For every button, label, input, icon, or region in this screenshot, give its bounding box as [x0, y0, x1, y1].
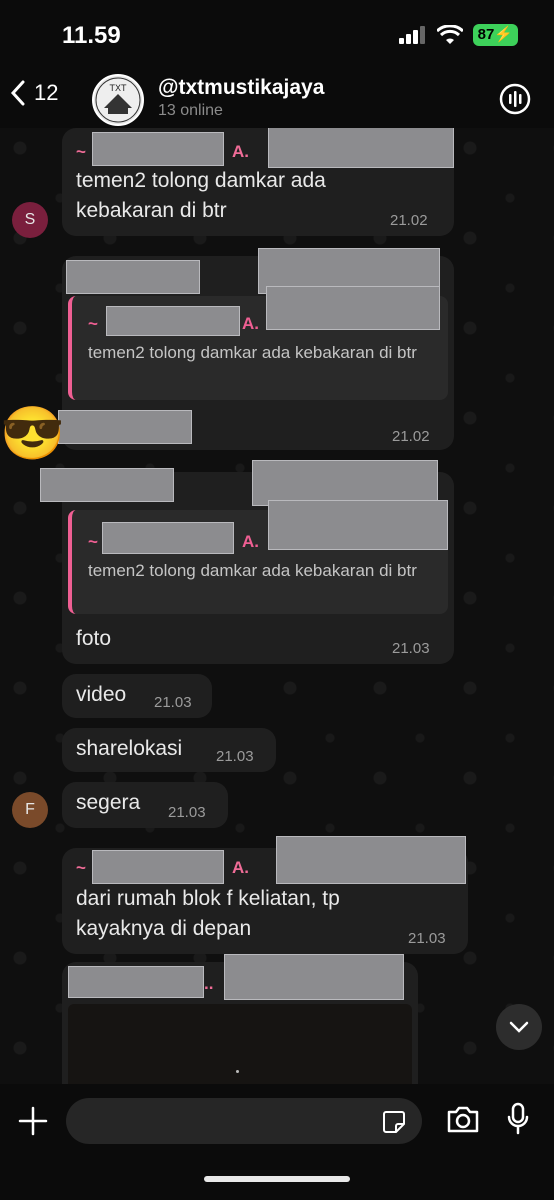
message-text: segera	[76, 791, 141, 814]
photo-light-dot	[236, 1070, 239, 1073]
sticker-emoji[interactable]: 😎	[0, 404, 65, 464]
voice-chat-icon	[499, 83, 531, 115]
chat-header: 12 TXT @txtmustikajaya 13 online	[0, 70, 554, 128]
battery-level: 87	[477, 26, 495, 43]
scroll-down-button[interactable]	[496, 1004, 542, 1050]
message-time: 21.02	[390, 212, 428, 229]
message-time: 21.03	[216, 748, 254, 765]
composer-bar	[0, 1084, 554, 1200]
reply-quote[interactable]: ~ A. temen2 tolong damkar ada kebakaran …	[68, 286, 448, 400]
voice-chat-button[interactable]	[498, 82, 532, 121]
redacted-phone	[276, 836, 466, 884]
clock: 11.59	[62, 22, 121, 49]
message-bubble[interactable]: video 21.03	[62, 674, 212, 718]
sender-prefix: ~	[76, 142, 86, 161]
message-text: temen2 tolong damkar ada kebakaran di bt…	[76, 169, 326, 222]
quote-prefix: ~	[88, 532, 98, 551]
message-bubble[interactable]: segera 21.03	[62, 782, 228, 828]
redacted-content	[58, 410, 192, 444]
group-avatar[interactable]: TXT	[92, 74, 144, 126]
message-time: 21.03	[392, 640, 430, 657]
redacted-name	[106, 306, 240, 336]
redacted-name	[66, 260, 200, 294]
redacted-name	[40, 468, 174, 502]
message-input[interactable]	[66, 1098, 422, 1144]
chevron-down-icon	[509, 1021, 529, 1033]
photo-attachment[interactable]	[68, 1004, 412, 1084]
message-text: video	[76, 683, 127, 706]
home-indicator	[204, 1176, 350, 1182]
sender-prefix: ~	[76, 858, 86, 877]
message-time: 21.02	[392, 428, 430, 445]
avatar[interactable]: S	[12, 202, 48, 238]
group-logo-icon: TXT	[95, 77, 141, 123]
reply-quote[interactable]: ~ A. temen2 tolong damkar ada kebakaran …	[68, 500, 448, 614]
message-bubble[interactable]: ~ A. temen2 tolong damkar ada kebakaran …	[62, 128, 454, 236]
redacted-name	[68, 966, 204, 998]
redacted-name	[92, 132, 224, 166]
back-count: 12	[34, 80, 59, 105]
message-bubble[interactable]: ~ A. temen2 tolong damkar ada kebakaran …	[40, 460, 454, 664]
quote-suffix: A.	[242, 532, 259, 551]
online-count: 13 online	[158, 102, 223, 119]
back-button[interactable]: 12	[10, 80, 58, 106]
message-bubble[interactable]: ~ A. temen2 tolong damkar ada kebakaran …	[58, 248, 454, 450]
redacted-phone	[266, 286, 440, 330]
quote-text: temen2 tolong damkar ada kebakaran di bt…	[88, 343, 417, 362]
logo-text: TXT	[110, 83, 128, 93]
signal-icon	[398, 26, 425, 44]
redacted-name	[92, 850, 224, 884]
message-list[interactable]: S ~ A. temen2 tolong damkar ada kebakara…	[0, 128, 554, 1084]
redacted-phone	[268, 500, 448, 550]
sender-suffix: A.	[232, 858, 249, 877]
redacted-phone	[224, 954, 404, 1000]
sticker-icon[interactable]	[382, 1110, 406, 1134]
sender-suffix: A.	[232, 142, 249, 161]
quote-suffix: A.	[242, 314, 259, 333]
chevron-left-icon	[10, 80, 25, 106]
microphone-icon[interactable]	[506, 1102, 530, 1136]
message-time: 21.03	[154, 694, 192, 711]
group-name[interactable]: @txtmustikajaya	[158, 76, 324, 100]
message-bubble[interactable]: ..	[62, 954, 418, 1084]
wifi-icon	[436, 25, 463, 44]
quote-text: temen2 tolong damkar ada kebakaran di bt…	[88, 561, 417, 580]
status-bar: 11.59 87⚡	[0, 0, 554, 70]
battery-indicator: 87⚡	[472, 24, 518, 46]
redacted-phone	[268, 128, 454, 168]
quote-prefix: ~	[88, 314, 98, 333]
redacted-name	[102, 522, 234, 554]
message-bubble[interactable]: ~ A. dari rumah blok f keliatan, tp kaya…	[62, 836, 468, 954]
avatar[interactable]: F	[12, 792, 48, 828]
message-time: 21.03	[408, 930, 446, 947]
status-icons: 87⚡	[398, 24, 518, 46]
message-text: foto	[76, 627, 112, 650]
message-text: dari rumah blok f keliatan, tp kayaknya …	[76, 887, 340, 940]
message-time: 21.03	[168, 804, 206, 821]
message-bubble[interactable]: sharelokasi 21.03	[62, 728, 276, 772]
sender-suffix: ..	[204, 974, 214, 993]
plus-icon[interactable]	[18, 1106, 48, 1136]
message-text: sharelokasi	[76, 737, 183, 760]
camera-icon[interactable]	[446, 1104, 480, 1134]
